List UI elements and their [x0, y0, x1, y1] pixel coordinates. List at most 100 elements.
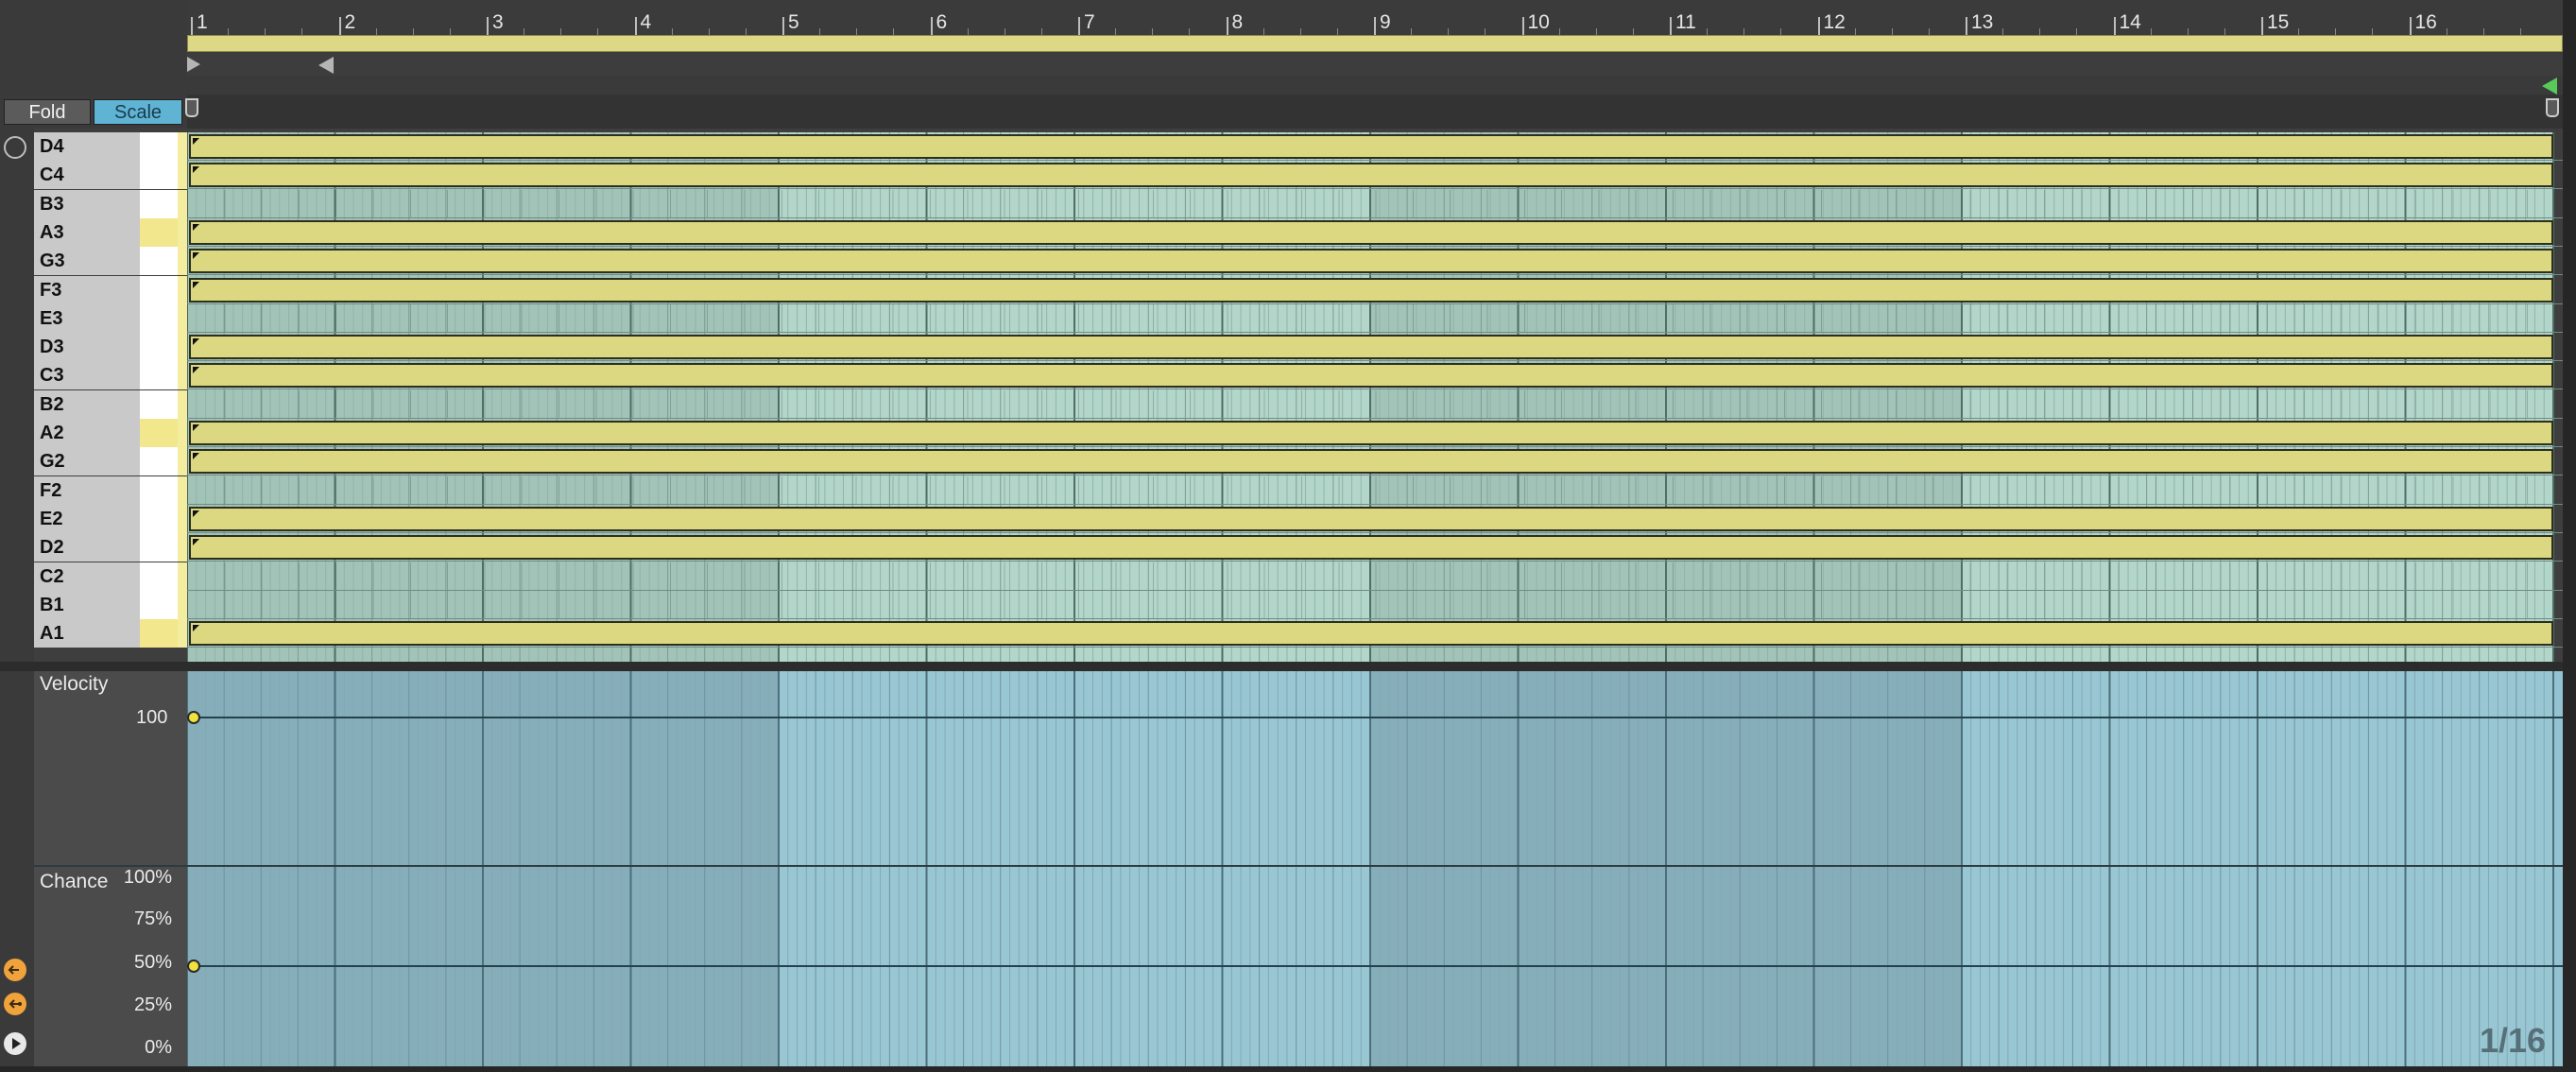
vertical-scrollbar[interactable] — [2563, 0, 2576, 1072]
editor-divider[interactable] — [0, 662, 2563, 671]
play-icon[interactable] — [4, 1032, 26, 1055]
scale-button[interactable]: Scale — [94, 99, 182, 125]
piano-key[interactable]: B2 — [34, 389, 187, 419]
piano-key-face[interactable] — [140, 161, 178, 190]
bottom-edge — [0, 1066, 2576, 1072]
piano-key[interactable]: D3 — [34, 333, 187, 362]
piano-key[interactable]: E2 — [34, 504, 187, 533]
grid-row[interactable] — [187, 562, 2563, 591]
midi-note[interactable] — [189, 421, 2553, 445]
midi-note[interactable] — [189, 163, 2553, 188]
clip-start-marker-icon[interactable] — [187, 57, 200, 72]
scale-highlight — [178, 533, 187, 562]
piano-key[interactable]: F2 — [34, 475, 187, 505]
piano-key[interactable]: A1 — [34, 619, 187, 648]
note-start-icon — [193, 625, 199, 632]
grid-row[interactable] — [187, 590, 2563, 619]
velocity-lane[interactable] — [187, 671, 2563, 865]
piano-key-face[interactable] — [140, 275, 178, 304]
piano-key[interactable]: C4 — [34, 161, 187, 190]
piano-key-face[interactable] — [140, 419, 178, 447]
piano-key[interactable]: C3 — [34, 361, 187, 390]
piano-key[interactable]: A2 — [34, 419, 187, 447]
piano-key-face[interactable] — [140, 447, 178, 476]
piano-key-face[interactable] — [140, 389, 178, 419]
clip-start-handle[interactable] — [185, 98, 198, 117]
midi-note[interactable] — [189, 621, 2553, 647]
midi-note[interactable] — [189, 249, 2553, 274]
grid-row[interactable] — [187, 276, 2563, 304]
midi-note[interactable] — [189, 535, 2553, 561]
ruler-bar-number: 11 — [1675, 11, 1696, 33]
grid-row[interactable] — [187, 303, 2563, 333]
piano-key[interactable]: D2 — [34, 533, 187, 562]
lane-value-handle[interactable] — [187, 960, 200, 973]
grid-row[interactable] — [187, 475, 2563, 505]
midi-note[interactable] — [189, 335, 2553, 360]
grid-row[interactable] — [187, 505, 2563, 533]
grid-row[interactable] — [187, 361, 2563, 390]
piano-key-face[interactable] — [140, 475, 178, 505]
piano-key[interactable]: D4 — [34, 132, 187, 161]
grid-row[interactable] — [187, 533, 2563, 562]
grid-row[interactable] — [187, 619, 2563, 648]
piano-key[interactable]: G3 — [34, 247, 187, 276]
piano-key[interactable]: A3 — [34, 217, 187, 247]
lane-value-line[interactable] — [187, 717, 2563, 718]
grid-row[interactable] — [187, 419, 2563, 447]
piano-key-face[interactable] — [140, 562, 178, 591]
piano-key[interactable]: F3 — [34, 275, 187, 304]
piano-key[interactable]: E3 — [34, 303, 187, 333]
grid-row[interactable] — [187, 161, 2563, 190]
midi-clip-editor: 1 2 3 4 5 6 7 8 9 10 11 12 13 14 15 16 Fold Scale D4 C4 B… — [0, 0, 2576, 1072]
piano-key-face[interactable] — [140, 533, 178, 562]
collapse-lane-icon[interactable] — [4, 993, 26, 1015]
piano-key[interactable]: B1 — [34, 590, 187, 619]
note-grid[interactable] — [187, 132, 2563, 662]
fold-button[interactable]: Fold — [4, 99, 91, 125]
midi-note[interactable] — [189, 363, 2553, 389]
loop-position-marker-icon[interactable] — [318, 57, 334, 74]
lane-value-handle[interactable] — [187, 711, 200, 724]
grid-row[interactable] — [187, 447, 2563, 476]
end-marker-icon[interactable] — [2542, 78, 2557, 95]
velocity-title: Velocity — [40, 673, 109, 695]
piano-key-face[interactable] — [140, 590, 178, 619]
beat-time-ruler[interactable]: 1 2 3 4 5 6 7 8 9 10 11 12 13 14 15 16 — [187, 0, 2563, 37]
velocity-value-label: 100 — [136, 707, 168, 728]
piano-key-face[interactable] — [140, 361, 178, 390]
midi-note[interactable] — [189, 134, 2553, 159]
piano-key-face[interactable] — [140, 303, 178, 333]
ruler-bar-number: 7 — [1084, 11, 1095, 33]
piano-key[interactable]: C2 — [34, 562, 187, 591]
lane-value-line[interactable] — [187, 965, 2563, 967]
key-label: A3 — [34, 217, 140, 247]
clip-end-handle[interactable] — [2546, 98, 2559, 117]
midi-note[interactable] — [189, 219, 2553, 245]
midi-note[interactable] — [189, 506, 2553, 531]
piano-key-face[interactable] — [140, 217, 178, 247]
grid-row[interactable] — [187, 333, 2563, 362]
piano-key-face[interactable] — [140, 619, 178, 648]
expand-lane-icon[interactable] — [4, 959, 26, 981]
piano-key-face[interactable] — [140, 504, 178, 533]
grid-row[interactable] — [187, 189, 2563, 218]
grid-row[interactable] — [187, 218, 2563, 247]
piano-key-face[interactable] — [140, 333, 178, 362]
piano-key[interactable]: G2 — [34, 447, 187, 476]
ruler-bar-number: 16 — [2414, 11, 2437, 33]
piano-key-face[interactable] — [140, 247, 178, 276]
piano-key[interactable]: B3 — [34, 189, 187, 218]
chance-lane[interactable] — [187, 867, 2563, 1068]
ruler-bar-tick — [487, 17, 489, 36]
preview-headphone-icon[interactable] — [4, 136, 26, 159]
grid-row[interactable] — [187, 247, 2563, 276]
midi-note[interactable] — [189, 449, 2553, 475]
ruler-bar-tick — [1078, 17, 1080, 36]
piano-key-face[interactable] — [140, 132, 178, 161]
piano-key-face[interactable] — [140, 189, 178, 218]
grid-row[interactable] — [187, 132, 2563, 161]
grid-row[interactable] — [187, 389, 2563, 419]
midi-note[interactable] — [189, 277, 2553, 303]
loop-brace[interactable] — [187, 35, 2563, 52]
